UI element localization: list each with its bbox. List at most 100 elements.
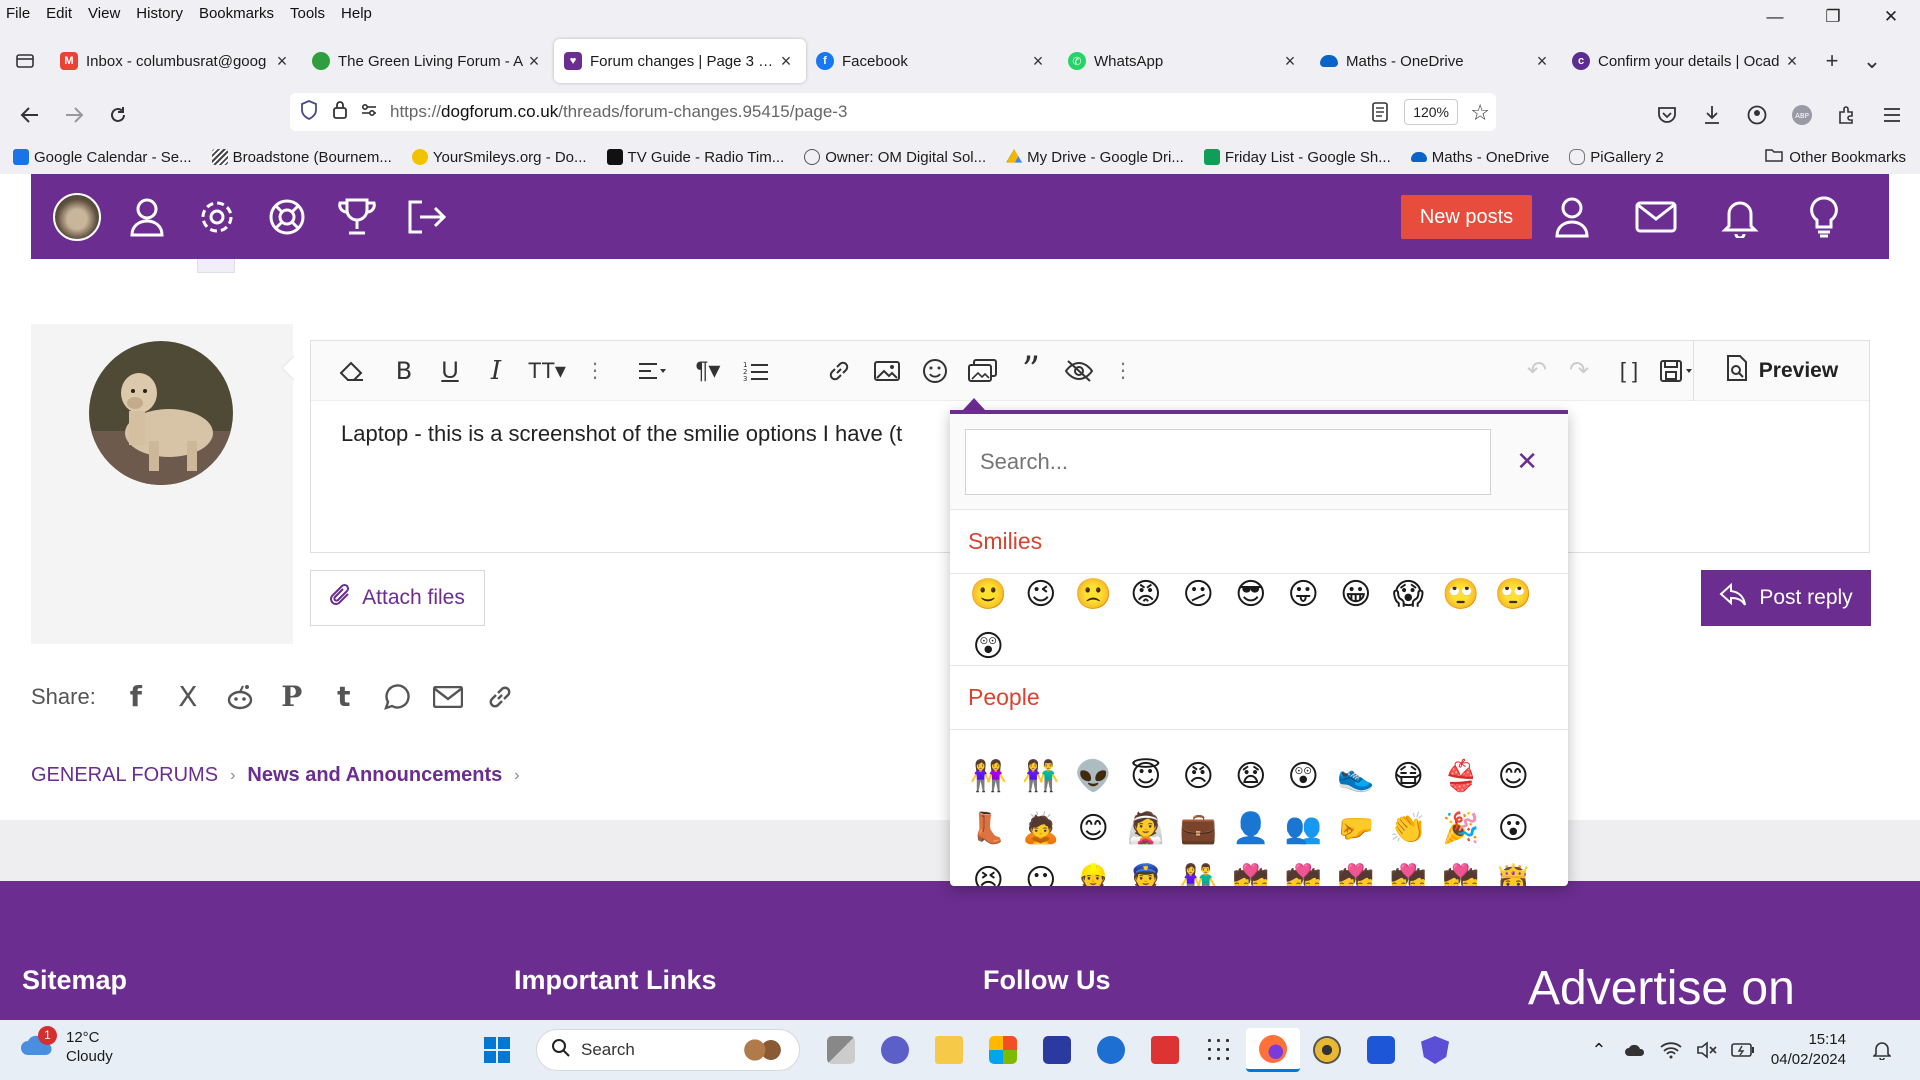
emoji-item[interactable]: 😡: [1120, 568, 1173, 620]
bookmark-broadstone[interactable]: Broadstone (Bournem...: [199, 149, 399, 166]
life-ring-icon[interactable]: [263, 193, 311, 241]
undo-icon[interactable]: ↶: [1517, 341, 1557, 401]
gear-icon[interactable]: [193, 193, 241, 241]
emoji-item[interactable]: 😊: [1487, 750, 1540, 802]
app-menu-icon[interactable]: [1869, 107, 1914, 123]
emoji-item[interactable]: 🤛: [1330, 802, 1383, 854]
emoji-item[interactable]: 🙇: [1015, 802, 1068, 854]
tab-green-living[interactable]: The Green Living Forum - A ×: [302, 39, 554, 83]
envelope-icon[interactable]: [1631, 192, 1681, 242]
menu-file[interactable]: File: [0, 5, 38, 22]
tab-list-icon[interactable]: [0, 41, 50, 81]
emoji-item[interactable]: 👙: [1435, 750, 1488, 802]
emoji-item[interactable]: 😛: [1277, 568, 1330, 620]
thunderbird-icon[interactable]: [1084, 1028, 1138, 1072]
emoji-item[interactable]: 💏: [1330, 854, 1383, 887]
emoji-item[interactable]: 😣: [962, 854, 1015, 887]
more-options-icon[interactable]: ⋮: [575, 341, 615, 401]
whatsapp-icon[interactable]: [370, 683, 422, 711]
tab-forum-changes[interactable]: ♥ Forum changes | Page 3 | D ×: [554, 39, 806, 83]
tumblr-icon[interactable]: t: [318, 680, 370, 713]
lightbulb-icon[interactable]: [1799, 192, 1849, 242]
emoji-item[interactable]: 👤: [1225, 802, 1278, 854]
battery-icon[interactable]: [1725, 1043, 1761, 1057]
emoji-item[interactable]: 😇: [1120, 750, 1173, 802]
emoji-item[interactable]: 😎: [1225, 568, 1278, 620]
bookmark-google-calendar[interactable]: Google Calendar - Se...: [0, 149, 199, 166]
menu-bookmarks[interactable]: Bookmarks: [191, 5, 282, 22]
emoji-item[interactable]: 💏: [1225, 854, 1278, 887]
minimize-icon[interactable]: —: [1746, 0, 1804, 34]
lock-icon[interactable]: [332, 100, 348, 125]
permissions-icon[interactable]: [360, 102, 378, 123]
downloads-icon[interactable]: [1689, 105, 1734, 125]
weather-widget[interactable]: 1 12°C Cloudy: [20, 1026, 113, 1066]
forward-icon[interactable]: [52, 95, 96, 135]
trophy-icon[interactable]: [333, 193, 381, 241]
emoji-item[interactable]: 😷: [1382, 750, 1435, 802]
media-icon[interactable]: [959, 341, 1007, 401]
email-icon[interactable]: [422, 685, 474, 708]
emoji-item[interactable]: 😉: [1015, 568, 1068, 620]
emoji-search-input[interactable]: [965, 429, 1491, 495]
reader-view-icon[interactable]: [1372, 102, 1388, 127]
more-options-icon[interactable]: ⋮: [1103, 341, 1143, 401]
bookmark-google-drive[interactable]: My Drive - Google Dri...: [993, 149, 1191, 166]
volume-muted-icon[interactable]: [1689, 1041, 1725, 1059]
teams-icon[interactable]: [868, 1028, 922, 1072]
list-icon[interactable]: 123: [733, 341, 779, 401]
bookmark-star-icon[interactable]: ☆: [1470, 100, 1490, 126]
account-icon[interactable]: [1734, 105, 1779, 125]
x-twitter-icon[interactable]: X: [162, 680, 214, 713]
vpn-icon[interactable]: [1408, 1028, 1462, 1072]
quote-icon[interactable]: ”: [1007, 341, 1055, 401]
text-size-icon[interactable]: TT▾: [519, 341, 575, 401]
emoji-item[interactable]: 👫: [1172, 854, 1225, 887]
user-icon[interactable]: [123, 193, 171, 241]
image-icon[interactable]: [863, 341, 911, 401]
onedrive-tray-icon[interactable]: [1617, 1043, 1653, 1057]
emoji-item[interactable]: 👽: [1067, 750, 1120, 802]
redo-icon[interactable]: ↷: [1559, 341, 1599, 401]
chevron-up-icon[interactable]: ⌃: [1581, 1040, 1617, 1061]
emoji-item[interactable]: 😠: [1172, 750, 1225, 802]
zoom-level[interactable]: 120%: [1404, 99, 1458, 125]
bookmark-friday-list[interactable]: Friday List - Google Sh...: [1191, 149, 1398, 166]
emoji-item[interactable]: 😲: [1277, 750, 1330, 802]
tab-ocado[interactable]: c Confirm your details | Ocad ×: [1562, 39, 1812, 83]
emoji-item[interactable]: 👭: [962, 750, 1015, 802]
url-bar[interactable]: https://dogforum.co.uk/threads/forum-cha…: [290, 93, 1496, 131]
emoji-item[interactable]: 🎉: [1435, 802, 1488, 854]
taskbar-search[interactable]: Search: [536, 1029, 800, 1071]
link-icon[interactable]: [474, 683, 526, 711]
task-view-icon[interactable]: [814, 1028, 868, 1072]
windows-start-icon[interactable]: [470, 1028, 524, 1072]
back-icon[interactable]: [8, 95, 52, 135]
tab-close-icon[interactable]: ×: [1782, 51, 1802, 72]
emoji-item[interactable]: 🙄: [1435, 568, 1488, 620]
emoji-item[interactable]: 😶: [1015, 854, 1068, 887]
spoiler-icon[interactable]: [1055, 341, 1103, 401]
emoji-item[interactable]: 👏: [1382, 802, 1435, 854]
underline-icon[interactable]: U: [427, 341, 473, 401]
italic-icon[interactable]: I: [473, 341, 519, 401]
new-tab-icon[interactable]: +: [1812, 48, 1852, 74]
emoji-item[interactable]: 👰: [1120, 802, 1173, 854]
firefox-icon[interactable]: [1246, 1028, 1300, 1072]
emoji-item[interactable]: 🙁: [1067, 568, 1120, 620]
music-icon[interactable]: [1354, 1028, 1408, 1072]
emoji-item[interactable]: 😊: [1067, 802, 1120, 854]
emoji-item[interactable]: 👷: [1067, 854, 1120, 887]
emoji-item[interactable]: 💏: [1435, 854, 1488, 887]
maximize-icon[interactable]: ❐: [1804, 0, 1862, 34]
menu-help[interactable]: Help: [333, 5, 380, 22]
post-reply-button[interactable]: Post reply: [1701, 570, 1871, 626]
snipping-tool-icon[interactable]: [1138, 1028, 1192, 1072]
logout-icon[interactable]: [403, 193, 451, 241]
reddit-icon[interactable]: [214, 684, 266, 710]
emoji-item[interactable]: 💏: [1277, 854, 1330, 887]
preview-button[interactable]: Preview: [1693, 341, 1869, 401]
emoji-item[interactable]: 😕: [1172, 568, 1225, 620]
tab-facebook[interactable]: f Facebook ×: [806, 39, 1058, 83]
extensions-icon[interactable]: [1824, 105, 1869, 125]
